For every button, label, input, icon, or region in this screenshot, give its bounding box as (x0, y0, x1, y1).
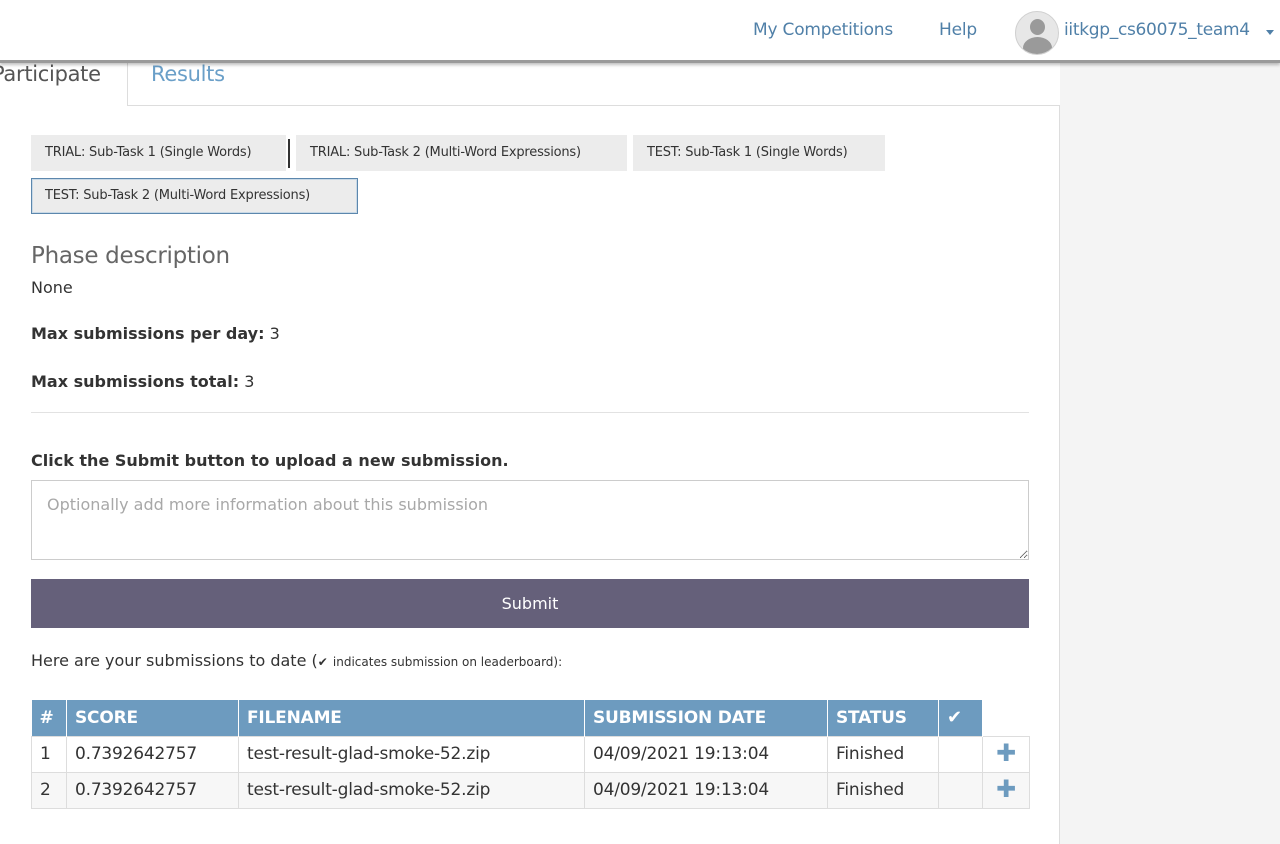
avatar-head (1030, 19, 1045, 35)
row-score: 0.7392642757 (66, 771, 239, 809)
submissions-intro: Here are your submissions to date (✔ ind… (31, 651, 562, 670)
submit-button[interactable]: Submit (31, 579, 1029, 628)
column-header-submission-date[interactable]: SUBMISSION DATE (584, 700, 828, 736)
row-leaderboard-cell[interactable] (938, 735, 983, 773)
row-index: 1 (31, 735, 67, 773)
user-menu-name[interactable]: iitkgp_cs60075_team4 (1064, 20, 1250, 40)
table-header-row: # SCORE FILENAME SUBMISSION DATE STATUS … (31, 700, 1030, 736)
row-status: Finished (827, 735, 939, 773)
tab-participate[interactable]: Participate (0, 58, 128, 106)
check-icon: ✔ (938, 700, 983, 736)
nav-help-link[interactable]: Help (939, 20, 977, 40)
top-navbar: My Competitions Help iitkgp_cs60075_team… (0, 0, 1280, 63)
phase-button-trial-subtask-1[interactable]: TRIAL: Sub-Task 1 (Single Words) (31, 135, 286, 171)
column-header-blank (982, 700, 1030, 736)
phase-button-test-subtask-2[interactable]: TEST: Sub-Task 2 (Multi-Word Expressions… (31, 178, 358, 214)
submission-description-textarea[interactable] (31, 480, 1029, 560)
row-status: Finished (827, 771, 939, 809)
max-per-day-value: 3 (269, 324, 280, 343)
caret-down-icon[interactable] (1266, 30, 1274, 35)
phase-button-test-subtask-1[interactable]: TEST: Sub-Task 1 (Single Words) (633, 135, 885, 171)
nav-my-competitions-link[interactable]: My Competitions (753, 20, 893, 40)
max-per-day-label: Max submissions per day: (31, 324, 265, 343)
row-filename: test-result-glad-smoke-52.zip (238, 735, 585, 773)
phase-description-text: None (31, 278, 73, 297)
column-header-filename[interactable]: FILENAME (238, 700, 585, 736)
phase-separator (288, 139, 290, 168)
column-header-index[interactable]: # (31, 700, 67, 736)
submissions-table: # SCORE FILENAME SUBMISSION DATE STATUS … (31, 700, 1030, 809)
table-row: 2 0.7392642757 test-result-glad-smoke-52… (31, 771, 1030, 809)
phase-description-heading: Phase description (31, 243, 230, 269)
row-index: 2 (31, 771, 67, 809)
check-icon: ✔ (317, 655, 328, 669)
tab-baseline (128, 105, 1059, 106)
phase-button-trial-subtask-2[interactable]: TRIAL: Sub-Task 2 (Multi-Word Expression… (296, 135, 627, 171)
row-score: 0.7392642757 (66, 735, 239, 773)
row-leaderboard-cell[interactable] (938, 771, 983, 809)
submit-instruction: Click the Submit button to upload a new … (31, 451, 509, 470)
avatar-body (1023, 37, 1052, 54)
column-header-score[interactable]: SCORE (66, 700, 239, 736)
table-row: 1 0.7392642757 test-result-glad-smoke-52… (31, 735, 1030, 773)
user-avatar-icon[interactable] (1015, 11, 1059, 55)
plus-icon[interactable]: ✚ (996, 739, 1016, 767)
row-filename: test-result-glad-smoke-52.zip (238, 771, 585, 809)
submissions-intro-end: ): (553, 655, 563, 669)
column-header-status[interactable]: STATUS (827, 700, 939, 736)
panel-border (1059, 105, 1060, 844)
row-date: 04/09/2021 19:13:04 (584, 735, 828, 773)
row-expand-cell: ✚ (982, 771, 1030, 809)
max-submissions-per-day: Max submissions per day: 3 (31, 324, 280, 343)
row-expand-cell: ✚ (982, 735, 1030, 773)
leaderboard-note: indicates submission on leaderboard (332, 655, 554, 669)
row-date: 04/09/2021 19:13:04 (584, 771, 828, 809)
submissions-intro-text: Here are your submissions to date ( (31, 651, 318, 670)
max-total-label: Max submissions total: (31, 372, 240, 391)
max-total-value: 3 (244, 372, 255, 391)
right-gutter (1060, 63, 1280, 844)
max-submissions-total: Max submissions total: 3 (31, 372, 254, 391)
divider (31, 412, 1029, 413)
plus-icon[interactable]: ✚ (996, 775, 1016, 803)
